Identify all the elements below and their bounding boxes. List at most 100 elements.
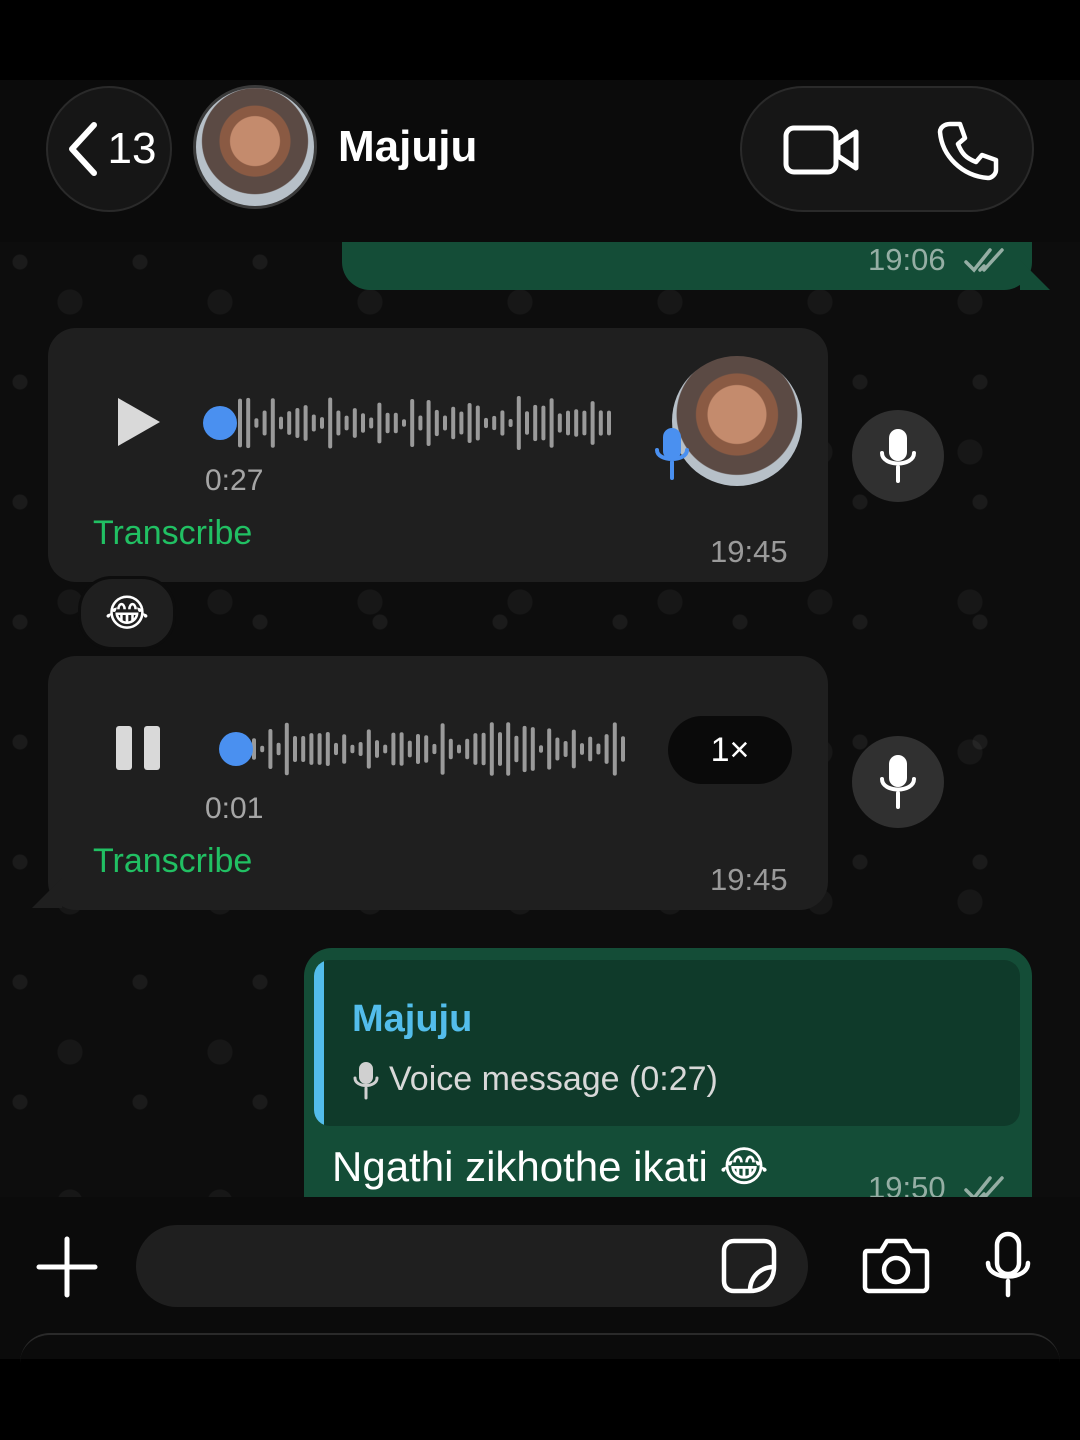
waveform-bar	[254, 418, 259, 428]
waveform-bar	[555, 737, 560, 761]
quoted-message[interactable]: Majuju Voice message (0:27)	[314, 960, 1020, 1126]
waveform-bar	[352, 408, 357, 438]
waveform-bar	[344, 415, 349, 431]
waveform-bar	[484, 417, 488, 429]
waveform-bar	[459, 411, 464, 435]
waveform-bar	[301, 736, 306, 762]
phone-icon[interactable]	[936, 118, 1000, 182]
video-camera-icon[interactable]	[782, 122, 862, 178]
waveform-bar	[238, 398, 242, 448]
waveform-bar	[434, 409, 439, 437]
waveform-bar	[424, 735, 429, 763]
sheet-edge	[20, 1333, 1060, 1375]
voice-duration: 0:27	[205, 464, 264, 497]
waveform-bar	[334, 742, 338, 756]
contact-avatar[interactable]	[193, 85, 317, 209]
pause-icon[interactable]	[116, 726, 162, 770]
waveform-bar	[284, 722, 289, 776]
message-text: Ngathi zikhothe ikati 😂	[332, 1143, 769, 1190]
waveform-bar	[498, 732, 502, 766]
double-check-icon	[964, 1176, 1004, 1197]
waveform-bar	[391, 732, 396, 766]
plus-icon[interactable]	[35, 1235, 99, 1299]
waveform-bar	[426, 399, 431, 447]
waveform-bar	[246, 397, 251, 449]
waveform-bar	[596, 743, 601, 755]
waveform-bar	[598, 410, 603, 436]
voice-duration: 0:01	[205, 792, 264, 825]
waveform-bar	[279, 416, 283, 430]
waveform-bar	[533, 404, 538, 442]
waveform-bar	[443, 415, 447, 431]
transcribe-link[interactable]: Transcribe	[93, 842, 252, 881]
waveform-bar	[393, 412, 398, 434]
waveform-bar	[522, 725, 527, 773]
transcribe-link[interactable]: Transcribe	[93, 514, 252, 553]
audio-waveform[interactable]	[214, 714, 634, 784]
waveform-bar	[473, 733, 478, 765]
waveform-bar	[432, 743, 437, 755]
waveform-bar	[358, 742, 363, 756]
message-input[interactable]	[136, 1225, 808, 1307]
waveform-bar	[448, 738, 453, 760]
reply-message-bubble[interactable]: Majuju Voice message (0:27) Ngathi zikho…	[304, 948, 1032, 1197]
waveform-bar	[563, 740, 568, 758]
waveform-bar	[416, 733, 420, 765]
waveform-bar	[566, 410, 570, 436]
sticker-icon[interactable]	[720, 1237, 778, 1295]
waveform-bar	[514, 735, 519, 763]
waveform-bar	[402, 419, 406, 427]
waveform-bar	[410, 398, 415, 448]
waveform-bar	[328, 397, 333, 449]
chat-area[interactable]: 19:06 0:27 Transcribe 19:45 😂 0:01 Trans…	[0, 242, 1080, 1197]
play-voice-shortcut-button[interactable]	[852, 410, 944, 502]
waveform-bar	[571, 729, 576, 769]
waveform-bar	[369, 417, 374, 429]
waveform-bar	[270, 398, 275, 448]
waveform-bar	[574, 409, 579, 437]
contact-name[interactable]: Majuju	[338, 122, 477, 172]
waveform-bar	[489, 722, 494, 776]
waveform-bar	[268, 728, 273, 770]
waveform-bar	[303, 405, 308, 441]
waveform-bar	[336, 410, 341, 436]
waveform-bar	[407, 740, 412, 758]
waveform-bar	[590, 401, 595, 445]
waveform-bar	[500, 410, 505, 436]
microphone-icon	[353, 1062, 379, 1100]
play-voice-shortcut-button[interactable]	[852, 736, 944, 828]
waveform-bar	[342, 734, 347, 764]
microphone-icon[interactable]	[984, 1231, 1032, 1299]
waveform-bar	[506, 722, 511, 776]
waveform-bar	[541, 405, 546, 441]
waveform-bar	[440, 723, 445, 775]
waveform-bar	[361, 413, 365, 433]
waveform-bar	[530, 727, 535, 771]
voice-message-bubble[interactable]: 0:01 Transcribe 1× 19:45	[48, 656, 828, 910]
playback-speed-button[interactable]: 1×	[668, 716, 792, 784]
waveform-bar	[525, 411, 529, 435]
camera-icon[interactable]	[861, 1237, 931, 1295]
waveform-bar	[383, 744, 388, 754]
microphone-badge-icon	[655, 428, 689, 480]
voice-message-bubble[interactable]: 0:27 Transcribe 19:45	[48, 328, 828, 582]
playhead-dot[interactable]	[219, 732, 253, 766]
waveform-bar	[418, 415, 423, 431]
message-time: 19:45	[710, 862, 788, 897]
waveform-bar	[311, 414, 316, 432]
waveform-bar	[287, 411, 292, 435]
waveform-bar	[475, 405, 480, 441]
waveform-bar	[377, 402, 382, 444]
playhead-dot[interactable]	[203, 406, 237, 440]
back-button[interactable]: 13	[46, 86, 172, 212]
play-icon[interactable]	[114, 394, 164, 450]
audio-waveform[interactable]	[200, 388, 620, 458]
reaction-badge[interactable]: 😂	[78, 576, 176, 650]
quoted-sender-name: Majuju	[352, 998, 473, 1040]
bottom-inset	[0, 1333, 1080, 1440]
waveform-bar	[580, 743, 584, 755]
microphone-icon	[880, 755, 916, 809]
message-time: 19:50	[868, 1170, 946, 1197]
waveform-bar	[465, 738, 470, 760]
double-check-icon	[964, 248, 1004, 273]
